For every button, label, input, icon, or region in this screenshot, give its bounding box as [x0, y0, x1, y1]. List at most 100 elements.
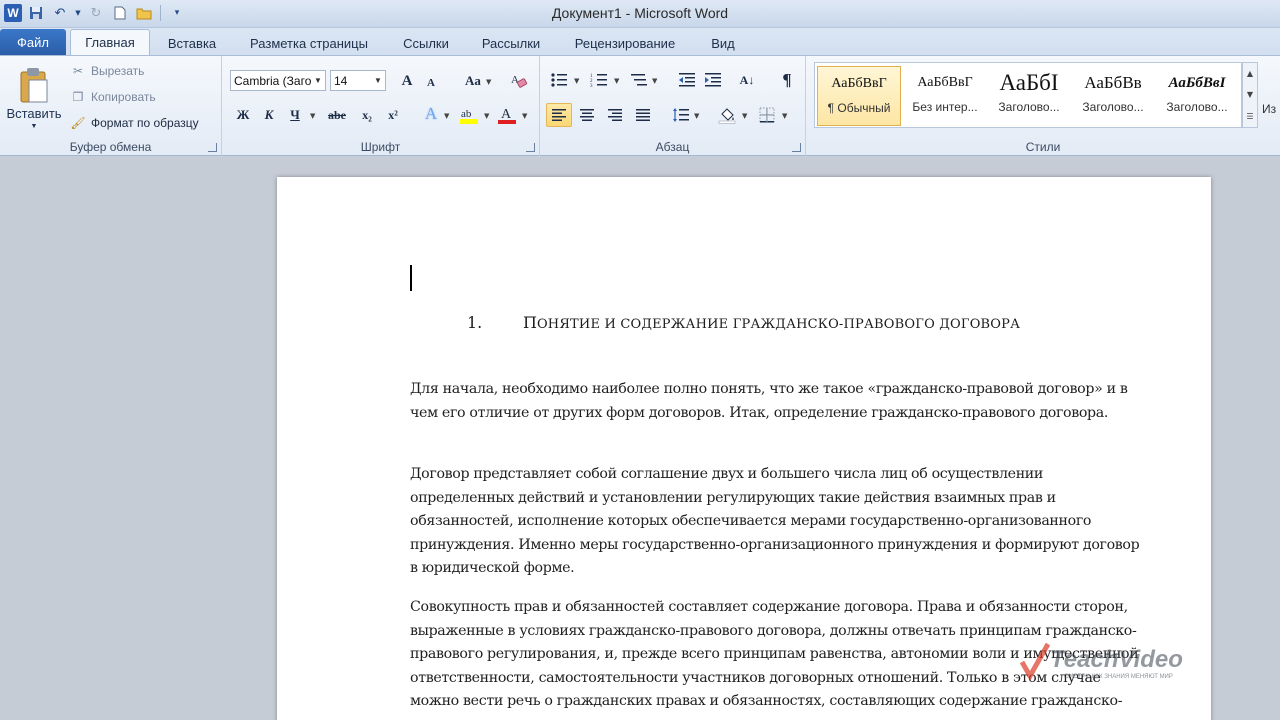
- superscript-icon: x²: [388, 107, 398, 122]
- show-formatting-button[interactable]: ¶: [776, 69, 798, 91]
- bullets-button[interactable]: [548, 69, 570, 91]
- shrink-font-button[interactable]: A: [420, 72, 442, 94]
- borders-dropdown-icon[interactable]: ▼: [782, 112, 787, 120]
- clipboard-launcher-icon[interactable]: [208, 143, 217, 152]
- borders-button[interactable]: [756, 104, 778, 126]
- tab-mailings[interactable]: Рассылки: [472, 32, 550, 55]
- document-page[interactable]: 1. ПОНЯТИЕ И СОДЕРЖАНИЕ ГРАЖДАНСКО-ПРАВОВ…: [277, 177, 1211, 720]
- svg-text:ab: ab: [461, 108, 472, 120]
- bullets-dropdown-icon[interactable]: ▼: [574, 77, 579, 85]
- document-area[interactable]: 1. ПОНЯТИЕ И СОДЕРЖАНИЕ ГРАЖДАНСКО-ПРАВОВ…: [0, 157, 1280, 720]
- style-normal[interactable]: АаБбВвГ ¶ Обычный: [817, 66, 901, 126]
- font-name-dropdown-icon: ▼: [314, 76, 322, 85]
- align-right-button[interactable]: [604, 104, 626, 126]
- text-effects-dropdown-icon[interactable]: ▼: [444, 112, 449, 120]
- heading-text: ОНЯТИЕ И СОДЕРЖАНИЕ ГРАЖДАНСКО-ПРАВОВОГО…: [536, 317, 1021, 332]
- paragraph-group-label: Абзац: [655, 140, 690, 154]
- line-spacing-button[interactable]: [670, 104, 692, 126]
- justify-button[interactable]: [632, 104, 654, 126]
- underline-icon: Ч: [290, 107, 300, 122]
- tab-references[interactable]: Ссылки: [394, 32, 458, 55]
- style-sample: АаБбВв: [1084, 73, 1142, 92]
- styles-scroll-down-icon[interactable]: ▼: [1247, 90, 1253, 99]
- align-left-icon: [552, 109, 566, 121]
- tab-page-layout[interactable]: Разметка страницы: [238, 32, 380, 55]
- copy-button[interactable]: ❐ Копировать: [70, 89, 156, 105]
- clear-formatting-icon: A: [511, 74, 528, 88]
- decrease-indent-button[interactable]: [676, 69, 698, 91]
- numbering-button[interactable]: 123: [588, 69, 610, 91]
- paragraph-launcher-icon[interactable]: [792, 143, 801, 152]
- multilevel-list-button[interactable]: [628, 69, 650, 91]
- font-group: Cambria (Заго ▼ 14 ▼ A A Aa ▼ A Ж К Ч ▼ …: [222, 56, 540, 156]
- font-size-combo[interactable]: 14 ▼: [330, 70, 386, 91]
- paste-icon: [20, 68, 48, 103]
- paragraph: Договор представляет собой соглашение дв…: [410, 466, 1140, 577]
- font-color-dropdown-icon[interactable]: ▼: [522, 112, 527, 120]
- bold-icon: Ж: [236, 107, 250, 122]
- text-effects-icon: A: [424, 104, 438, 123]
- underline-button[interactable]: Ч: [284, 104, 306, 126]
- format-painter-button[interactable]: 🖌 Формат по образцу: [70, 115, 198, 131]
- styles-more-icon[interactable]: ☰: [1246, 112, 1253, 121]
- borders-icon: [759, 107, 775, 123]
- tab-review[interactable]: Рецензирование: [562, 32, 688, 55]
- clear-formatting-button[interactable]: A: [508, 69, 530, 91]
- line-spacing-dropdown-icon[interactable]: ▼: [694, 112, 699, 120]
- cut-label: Вырезать: [91, 64, 145, 78]
- paragraph: Для начала, необходимо наиболее полно по…: [410, 381, 1128, 421]
- style-name: Заголово...: [1082, 100, 1144, 114]
- paint-bucket-icon: [718, 108, 736, 124]
- shrink-font-icon: A: [427, 77, 435, 89]
- paste-button[interactable]: Вставить ▼: [4, 60, 64, 136]
- ribbon: Вставить ▼ ✂ Вырезать ❐ Копировать 🖌 Фор…: [0, 55, 1280, 156]
- text-effects-button[interactable]: A: [420, 103, 442, 125]
- grow-font-button[interactable]: A: [396, 70, 418, 92]
- highlight-dropdown-icon[interactable]: ▼: [484, 112, 489, 120]
- styles-scroll[interactable]: ▲ ▼ ☰: [1242, 62, 1258, 128]
- font-launcher-icon[interactable]: [526, 143, 535, 152]
- align-left-button[interactable]: [546, 103, 572, 127]
- watermark-logo-icon: [1020, 642, 1051, 682]
- superscript-button[interactable]: x²: [382, 104, 404, 126]
- style-heading-2[interactable]: АаБбВв Заголово...: [1071, 66, 1155, 126]
- style-heading-1[interactable]: АаБбI Заголово...: [987, 66, 1071, 126]
- text-cursor: [410, 265, 412, 291]
- font-name-combo[interactable]: Cambria (Заго ▼: [230, 70, 326, 91]
- font-color-icon: A: [498, 107, 516, 124]
- change-case-button[interactable]: Aa: [458, 70, 488, 92]
- tab-home[interactable]: Главная: [70, 29, 150, 55]
- cut-button[interactable]: ✂ Вырезать: [70, 63, 144, 79]
- strikethrough-button[interactable]: abe: [326, 104, 348, 126]
- tab-file[interactable]: Файл: [0, 29, 66, 55]
- paste-dropdown-icon: ▼: [30, 123, 38, 130]
- tab-insert[interactable]: Вставка: [158, 32, 226, 55]
- style-heading-3[interactable]: АаБбВвІ Заголово...: [1155, 66, 1239, 126]
- pilcrow-icon: ¶: [782, 70, 792, 89]
- align-center-button[interactable]: [576, 104, 598, 126]
- multilevel-list-dropdown-icon[interactable]: ▼: [652, 77, 657, 85]
- sort-button[interactable]: A↓: [736, 69, 758, 91]
- window-title: Документ1 - Microsoft Word: [551, 5, 729, 21]
- italic-button[interactable]: К: [258, 104, 280, 126]
- shading-dropdown-icon[interactable]: ▼: [742, 112, 747, 120]
- tab-view[interactable]: Вид: [700, 32, 746, 55]
- style-sample: АаБбВвІ: [1168, 74, 1226, 91]
- subscript-button[interactable]: x₂: [356, 104, 378, 126]
- title-bar: W ↶ ▼ ↻ ▾ Документ1 - Microsoft Word: [0, 0, 1280, 28]
- style-name: Заголово...: [1166, 100, 1228, 114]
- underline-dropdown-icon[interactable]: ▼: [310, 112, 315, 120]
- change-styles-button[interactable]: Из с: [1262, 102, 1280, 116]
- numbering-dropdown-icon[interactable]: ▼: [614, 77, 619, 85]
- decrease-indent-icon: [679, 73, 695, 87]
- styles-scroll-up-icon[interactable]: ▲: [1247, 69, 1253, 78]
- style-no-spacing[interactable]: АаБбВвГ Без интер...: [903, 66, 987, 126]
- font-color-button[interactable]: A: [496, 104, 518, 126]
- shading-button[interactable]: [716, 104, 738, 126]
- svg-text:3: 3: [590, 84, 593, 88]
- increase-indent-button[interactable]: [702, 69, 724, 91]
- bold-button[interactable]: Ж: [232, 104, 254, 126]
- italic-icon: К: [264, 107, 274, 122]
- change-case-dropdown-icon[interactable]: ▼: [486, 78, 491, 86]
- highlight-button[interactable]: ab: [458, 104, 480, 126]
